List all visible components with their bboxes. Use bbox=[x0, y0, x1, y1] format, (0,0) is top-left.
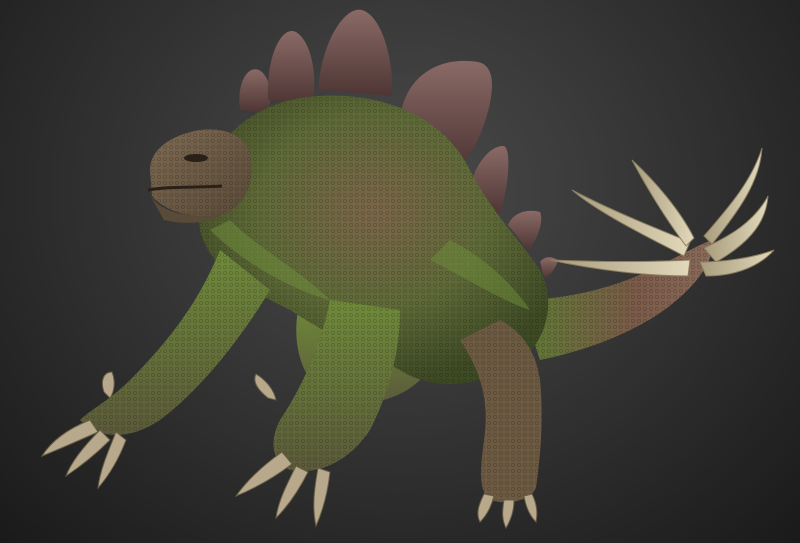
front-arm-near bbox=[273, 300, 400, 472]
front-arm-reaching bbox=[80, 250, 270, 435]
tail-spikes bbox=[549, 147, 775, 277]
sculpt-viewport[interactable] bbox=[0, 0, 800, 543]
creature-render bbox=[40, 9, 775, 530]
